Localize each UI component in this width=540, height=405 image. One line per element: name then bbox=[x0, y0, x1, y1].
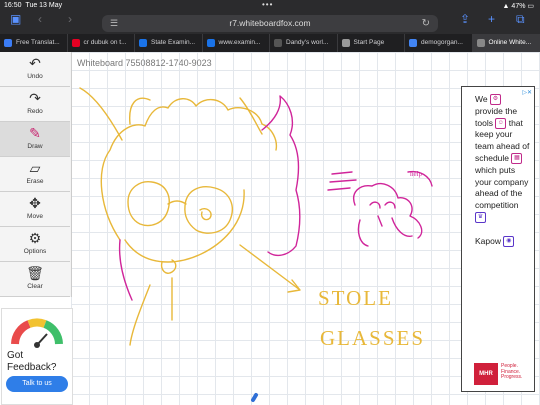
eraser-icon: ▱ bbox=[29, 160, 41, 176]
magenta-stroke-left bbox=[118, 239, 133, 301]
undo-icon: ↶ bbox=[29, 55, 41, 71]
pen-icon: ✎ bbox=[29, 125, 41, 141]
undo-button[interactable]: ↶ Undo bbox=[0, 52, 70, 87]
magenta-stroke-small-figure bbox=[353, 182, 423, 247]
handwritten-stole: STOLE bbox=[318, 286, 393, 310]
tool-label: Redo bbox=[27, 108, 43, 115]
blue-stroke-fragment bbox=[251, 393, 258, 402]
draw-button[interactable]: ✎ Draw bbox=[0, 122, 70, 157]
yellow-stroke-hair-2 bbox=[79, 87, 263, 141]
tool-label: Options bbox=[23, 248, 47, 255]
redo-icon: ↷ bbox=[29, 90, 41, 106]
clear-button[interactable]: 🗑 Clear bbox=[0, 262, 70, 297]
move-button[interactable]: ✥ Move bbox=[0, 192, 70, 227]
ad-text: We ⚙ provide the tools ☺ that keep your … bbox=[475, 94, 530, 247]
tool-label: Draw bbox=[27, 143, 43, 150]
yellow-stroke-glasses-left bbox=[127, 181, 170, 227]
whiteboard-drawing: help- STOLE GLASSES bbox=[79, 87, 433, 402]
ad-team-icon: ☺ bbox=[495, 117, 507, 129]
options-button[interactable]: ⚙ Options bbox=[0, 227, 70, 262]
erase-button[interactable]: ▱ Erase bbox=[0, 157, 70, 192]
yellow-stroke-scribble bbox=[199, 208, 212, 221]
mhr-logo: MHR bbox=[474, 363, 498, 385]
feedback-gauge-icon bbox=[11, 318, 63, 348]
magenta-stroke-right-hair bbox=[261, 95, 301, 257]
move-icon: ✥ bbox=[29, 195, 41, 211]
gear-icon: ⚙ bbox=[28, 230, 42, 246]
feedback-widget: Got Feedback? Talk to us bbox=[1, 308, 73, 405]
help-note: help- bbox=[410, 170, 425, 178]
mhr-tagline: People. Finance. Progress. bbox=[501, 363, 523, 381]
tool-label: Clear bbox=[27, 283, 43, 290]
yellow-stroke-hair bbox=[100, 98, 278, 241]
talk-to-us-button[interactable]: Talk to us bbox=[6, 376, 68, 392]
ad-tool-icon: ⚙ bbox=[489, 94, 501, 106]
yellow-stroke-bridge bbox=[167, 200, 187, 205]
toolbar: ↶ Undo ↷ Redo ✎ Draw ▱ Erase ✥ Move ⚙ Options 🗑 Clear bbox=[0, 52, 72, 297]
ad-trophy-icon: ♛ bbox=[475, 212, 486, 224]
ad-brand-icon: ◉ bbox=[503, 235, 515, 247]
redo-button[interactable]: ↷ Redo bbox=[0, 87, 70, 122]
ad-brand: Kapow bbox=[475, 235, 501, 246]
yellow-stroke-body bbox=[129, 244, 301, 346]
magenta-stroke-note bbox=[327, 171, 357, 191]
ad-calendar-icon: ▦ bbox=[511, 153, 523, 165]
handwritten-glasses: GLASSES bbox=[320, 326, 425, 350]
trash-icon: 🗑 bbox=[26, 265, 44, 281]
tool-label: Erase bbox=[26, 178, 44, 185]
ad-panel[interactable]: ▷✕ We ⚙ provide the tools ☺ that keep yo… bbox=[461, 86, 535, 392]
tool-label: Move bbox=[27, 213, 43, 220]
feedback-text: Got Feedback? bbox=[7, 350, 57, 373]
tool-label: Undo bbox=[27, 73, 43, 80]
